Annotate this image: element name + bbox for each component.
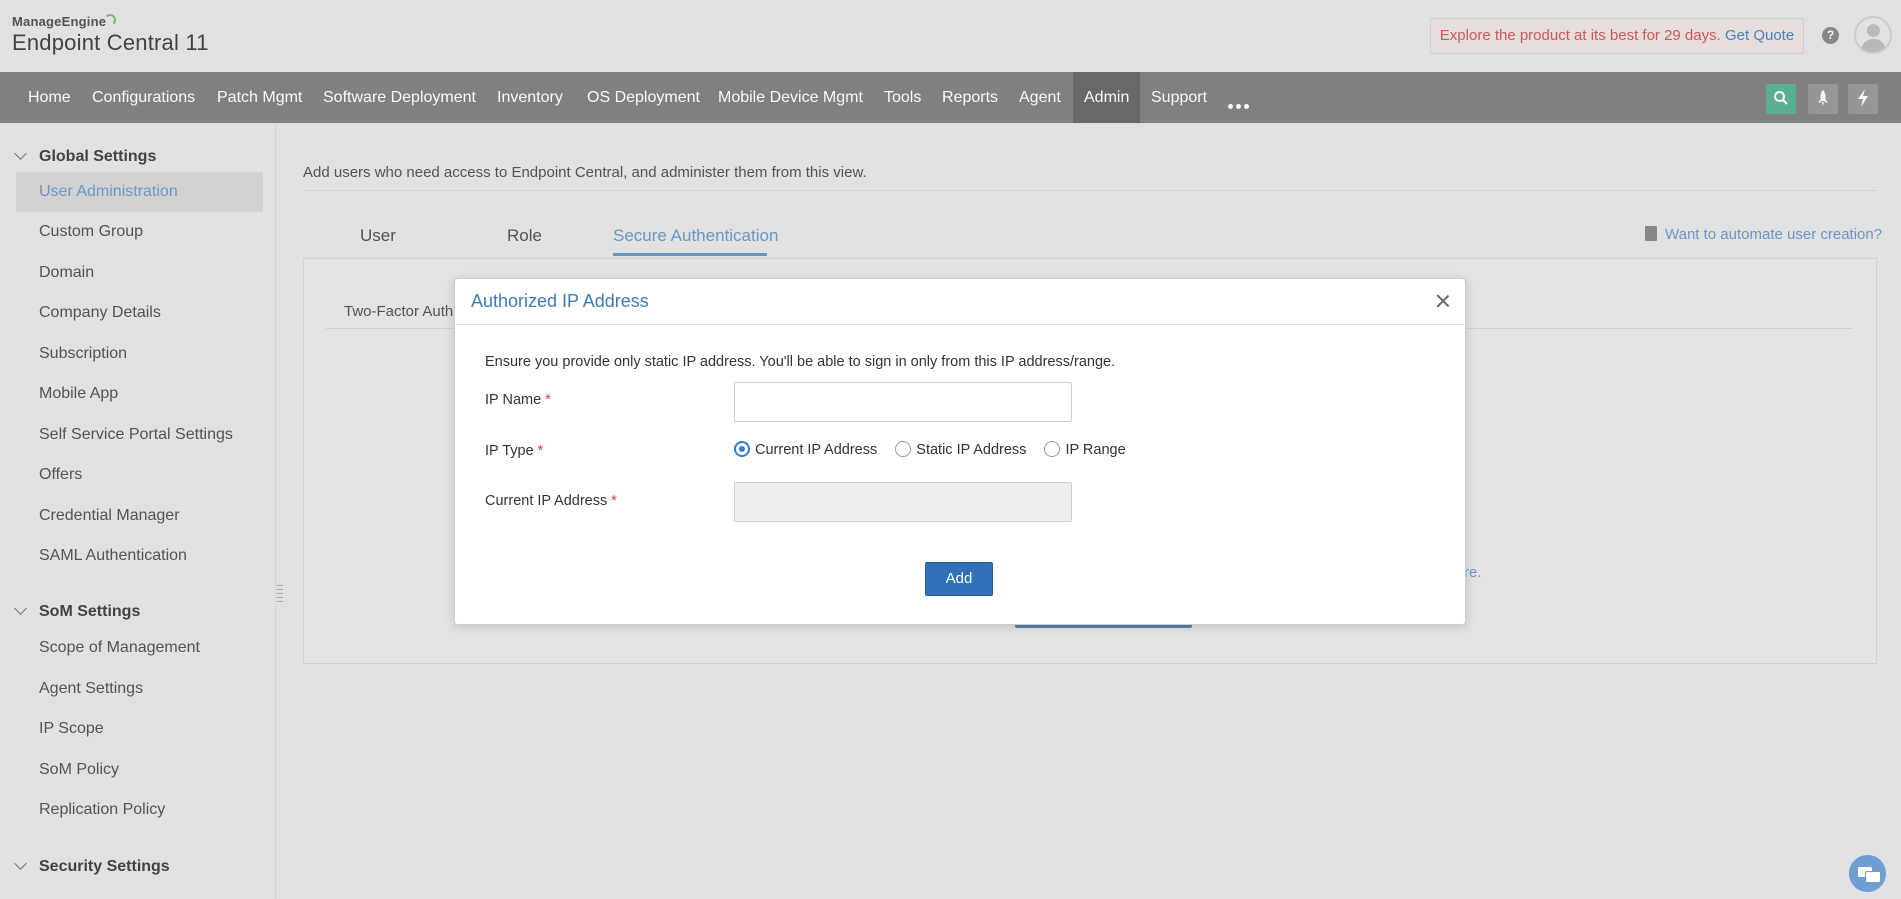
authorized-ip-dialog: Authorized IP Address Ensure you provide… xyxy=(454,278,1466,625)
radio-static-ip-address[interactable]: Static IP Address xyxy=(895,441,1026,458)
close-icon[interactable] xyxy=(1434,292,1452,310)
required-marker: * xyxy=(611,493,617,509)
ip-name-input[interactable] xyxy=(734,382,1072,422)
dialog-note: Ensure you provide only static IP addres… xyxy=(485,354,1116,370)
dialog-title: Authorized IP Address xyxy=(471,291,649,311)
ip-type-radio-group: Current IP Address Static IP Address IP … xyxy=(734,441,1140,458)
add-button[interactable]: Add xyxy=(925,562,993,596)
current-ip-address-label: Current IP Address * xyxy=(485,493,617,509)
ip-type-label: IP Type * xyxy=(485,443,544,459)
divider xyxy=(455,324,1465,325)
required-marker: * xyxy=(537,443,544,459)
current-ip-address-field[interactable] xyxy=(734,482,1072,522)
required-marker: * xyxy=(545,392,551,408)
chat-icon[interactable] xyxy=(1847,853,1888,894)
radio-current-ip-address[interactable]: Current IP Address xyxy=(734,441,877,458)
radio-ip-range[interactable]: IP Range xyxy=(1044,441,1126,458)
ip-name-label: IP Name * xyxy=(485,392,551,408)
